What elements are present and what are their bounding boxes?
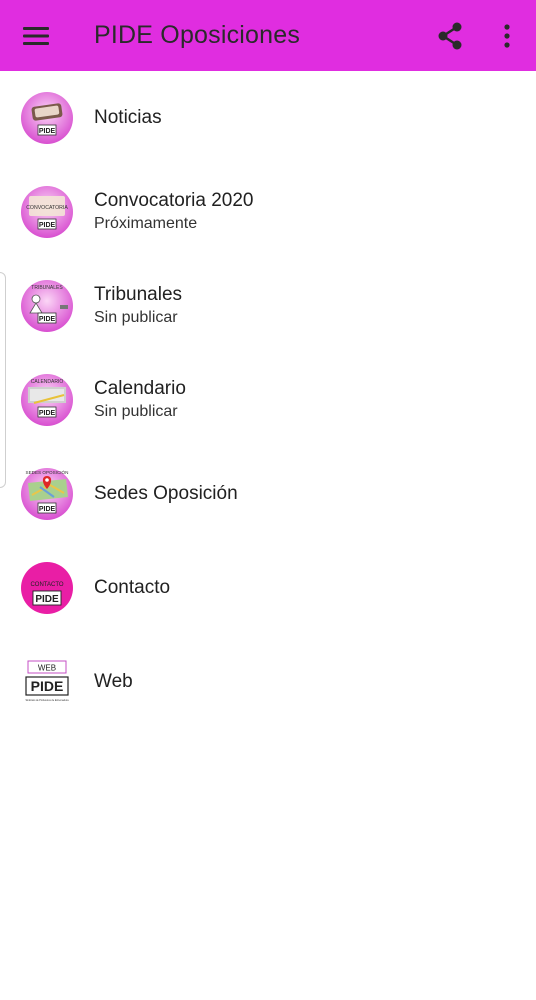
list-item-contacto[interactable]: CONTACTO PIDE Contacto <box>0 541 536 635</box>
item-title: Noticias <box>94 107 162 128</box>
noticias-icon: PIDE <box>21 92 73 144</box>
tribunales-icon: TRIBUNALES PIDE <box>21 280 73 332</box>
share-button[interactable] <box>422 0 478 71</box>
item-title: Contacto <box>94 577 171 598</box>
item-subtitle: Sin publicar <box>94 403 178 420</box>
menu-list: PIDE Noticias CONVOCATORIA PIDE Convocat… <box>0 71 536 729</box>
list-item-calendario[interactable]: CALENDARIO PIDE Calendario Sin publicar <box>0 353 536 447</box>
svg-text:PIDE: PIDE <box>39 316 56 323</box>
item-title: Convocatoria 2020 <box>94 190 254 211</box>
list-item-sedes-oposicion[interactable]: SEDES OPOSICIÓN PIDE Sedes Oposición <box>0 447 536 541</box>
more-vert-icon <box>504 23 510 48</box>
item-title: Calendario <box>94 378 186 399</box>
convocatoria-icon: CONVOCATORIA PIDE <box>21 186 73 238</box>
svg-text:SEDES OPOSICIÓN: SEDES OPOSICIÓN <box>26 469 69 475</box>
svg-text:PIDE: PIDE <box>39 128 56 135</box>
svg-text:CONTACTO: CONTACTO <box>30 582 63 588</box>
share-icon <box>438 22 462 49</box>
svg-text:PIDE: PIDE <box>39 222 56 229</box>
item-title: Web <box>94 671 133 692</box>
svg-text:Sindicato de Profesores de Ext: Sindicato de Profesores de Extremadura <box>25 699 69 702</box>
svg-text:PIDE: PIDE <box>31 678 64 694</box>
svg-text:PIDE: PIDE <box>39 506 56 513</box>
app-title: PIDE Oposiciones <box>94 21 301 49</box>
svg-text:CONVOCATORIA: CONVOCATORIA <box>26 205 68 211</box>
svg-text:WEB: WEB <box>38 664 56 673</box>
hamburger-menu-icon <box>23 26 49 45</box>
svg-text:TRIBUNALES: TRIBUNALES <box>31 285 63 291</box>
item-title: Sedes Oposición <box>94 483 238 504</box>
menu-button[interactable] <box>0 0 72 71</box>
web-icon: WEB PIDE Sindicato de Profesores de Extr… <box>25 660 69 702</box>
contacto-icon: CONTACTO PIDE <box>21 562 73 614</box>
item-title: Tribunales <box>94 284 183 305</box>
list-item-noticias[interactable]: PIDE Noticias <box>0 71 536 165</box>
svg-text:PIDE: PIDE <box>39 410 56 417</box>
app-bar: PIDE Oposiciones <box>0 0 536 71</box>
item-subtitle: Próximamente <box>94 215 198 232</box>
svg-text:PIDE: PIDE <box>35 594 59 605</box>
overflow-menu-button[interactable] <box>478 0 536 71</box>
sedes-oposicion-icon: SEDES OPOSICIÓN PIDE <box>21 468 73 520</box>
list-item-convocatoria[interactable]: CONVOCATORIA PIDE Convocatoria 2020 Próx… <box>0 165 536 259</box>
list-item-tribunales[interactable]: TRIBUNALES PIDE Tribunales Sin publicar <box>0 259 536 353</box>
calendario-icon: CALENDARIO PIDE <box>21 374 73 426</box>
list-item-web[interactable]: WEB PIDE Sindicato de Profesores de Extr… <box>0 635 536 729</box>
item-subtitle: Sin publicar <box>94 309 178 326</box>
svg-text:CALENDARIO: CALENDARIO <box>31 379 64 385</box>
